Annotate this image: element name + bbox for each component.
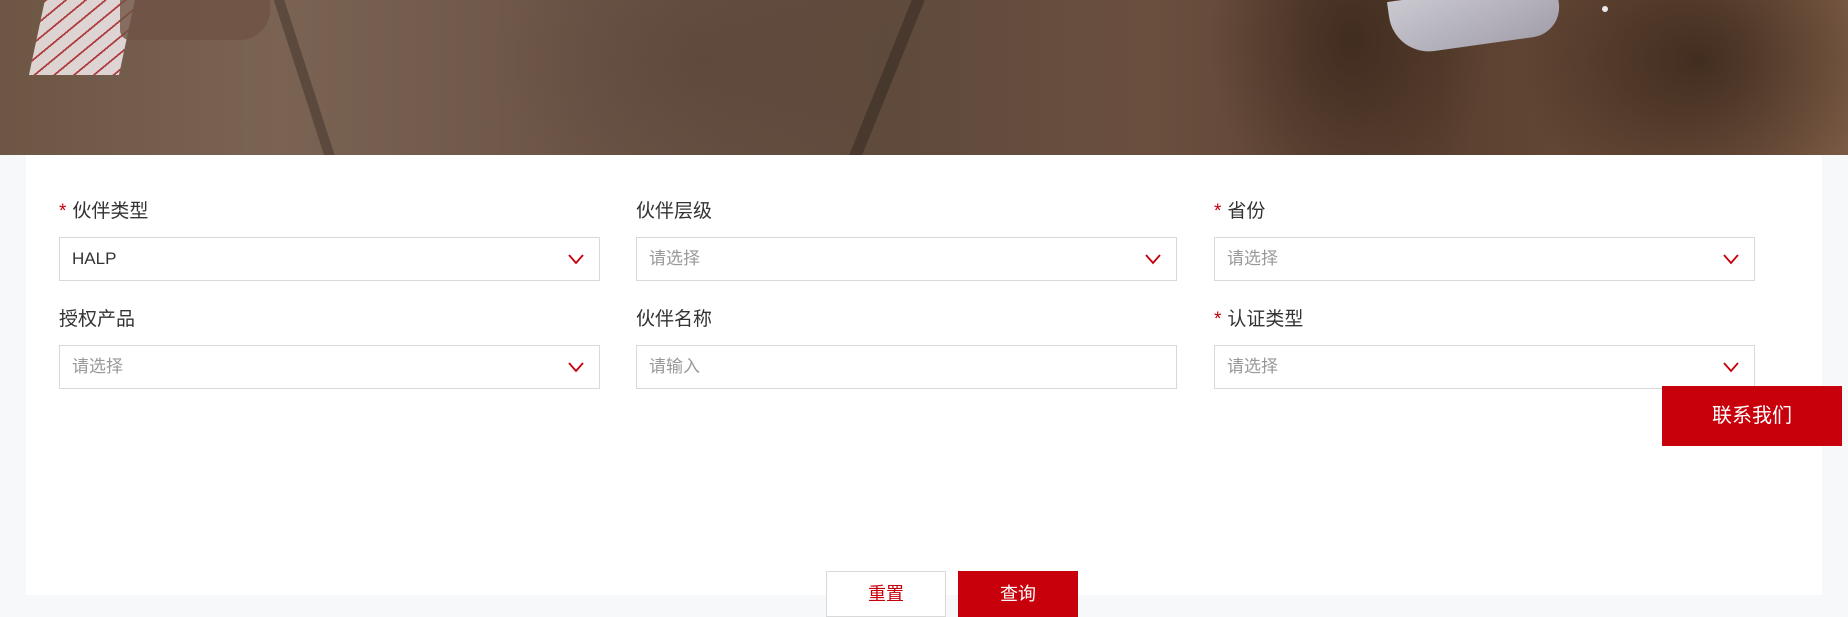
certification-type-select[interactable]: 请选择	[1214, 345, 1755, 389]
partner-level-select[interactable]: 请选择	[636, 237, 1177, 281]
province-field: * 省份 请选择	[1214, 200, 1755, 281]
partner-name-input[interactable]: 请输入	[636, 345, 1177, 389]
required-mark: *	[59, 201, 67, 222]
required-mark: *	[1214, 201, 1222, 222]
certification-type-field: * 认证类型 请选择	[1214, 308, 1755, 389]
chevron-down-icon	[1723, 254, 1739, 265]
certification-type-label: * 认证类型	[1214, 309, 1304, 330]
banner-lapel-shadow	[839, 0, 933, 155]
authorized-product-label: 授权产品	[59, 309, 136, 330]
partner-level-field: 伙伴层级 请选择	[636, 200, 1177, 281]
partner-type-value: HALP	[72, 249, 117, 268]
reset-button[interactable]: 重置	[826, 571, 946, 617]
partner-type-label: * 伙伴类型	[59, 201, 149, 222]
search-form-card: * 伙伴类型 HALP 伙伴层级 请选择 * 省份 请选择 授权产品 请选择 伙伴名…	[26, 155, 1822, 617]
authorized-product-select[interactable]: 请选择	[59, 345, 600, 389]
query-button[interactable]: 查询	[958, 571, 1078, 617]
certification-type-placeholder: 请选择	[1227, 357, 1278, 376]
partner-type-select[interactable]: HALP	[59, 237, 600, 281]
partner-name-label: 伙伴名称	[636, 309, 713, 330]
banner-lapel-shadow	[269, 0, 341, 155]
chevron-down-icon	[568, 362, 584, 373]
partner-type-field: * 伙伴类型 HALP	[59, 200, 600, 281]
partner-name-field: 伙伴名称 请输入	[636, 308, 1177, 389]
banner-cuff-detail	[1387, 0, 1563, 57]
partner-name-placeholder: 请输入	[649, 357, 700, 376]
province-select[interactable]: 请选择	[1214, 237, 1755, 281]
authorized-product-placeholder: 请选择	[72, 357, 123, 376]
province-placeholder: 请选择	[1227, 249, 1278, 268]
chevron-down-icon	[1145, 254, 1161, 265]
chevron-down-icon	[1723, 362, 1739, 373]
authorized-product-field: 授权产品 请选择	[59, 308, 600, 389]
contact-us-button[interactable]: 联系我们	[1662, 386, 1842, 446]
required-mark: *	[1214, 309, 1222, 330]
hero-banner-image	[0, 0, 1848, 155]
banner-belt-detail	[120, 0, 270, 40]
banner-button-detail	[1602, 6, 1608, 12]
partner-level-label: 伙伴层级	[636, 201, 713, 222]
province-label: * 省份	[1214, 201, 1266, 222]
partner-level-placeholder: 请选择	[649, 249, 700, 268]
chevron-down-icon	[568, 254, 584, 265]
